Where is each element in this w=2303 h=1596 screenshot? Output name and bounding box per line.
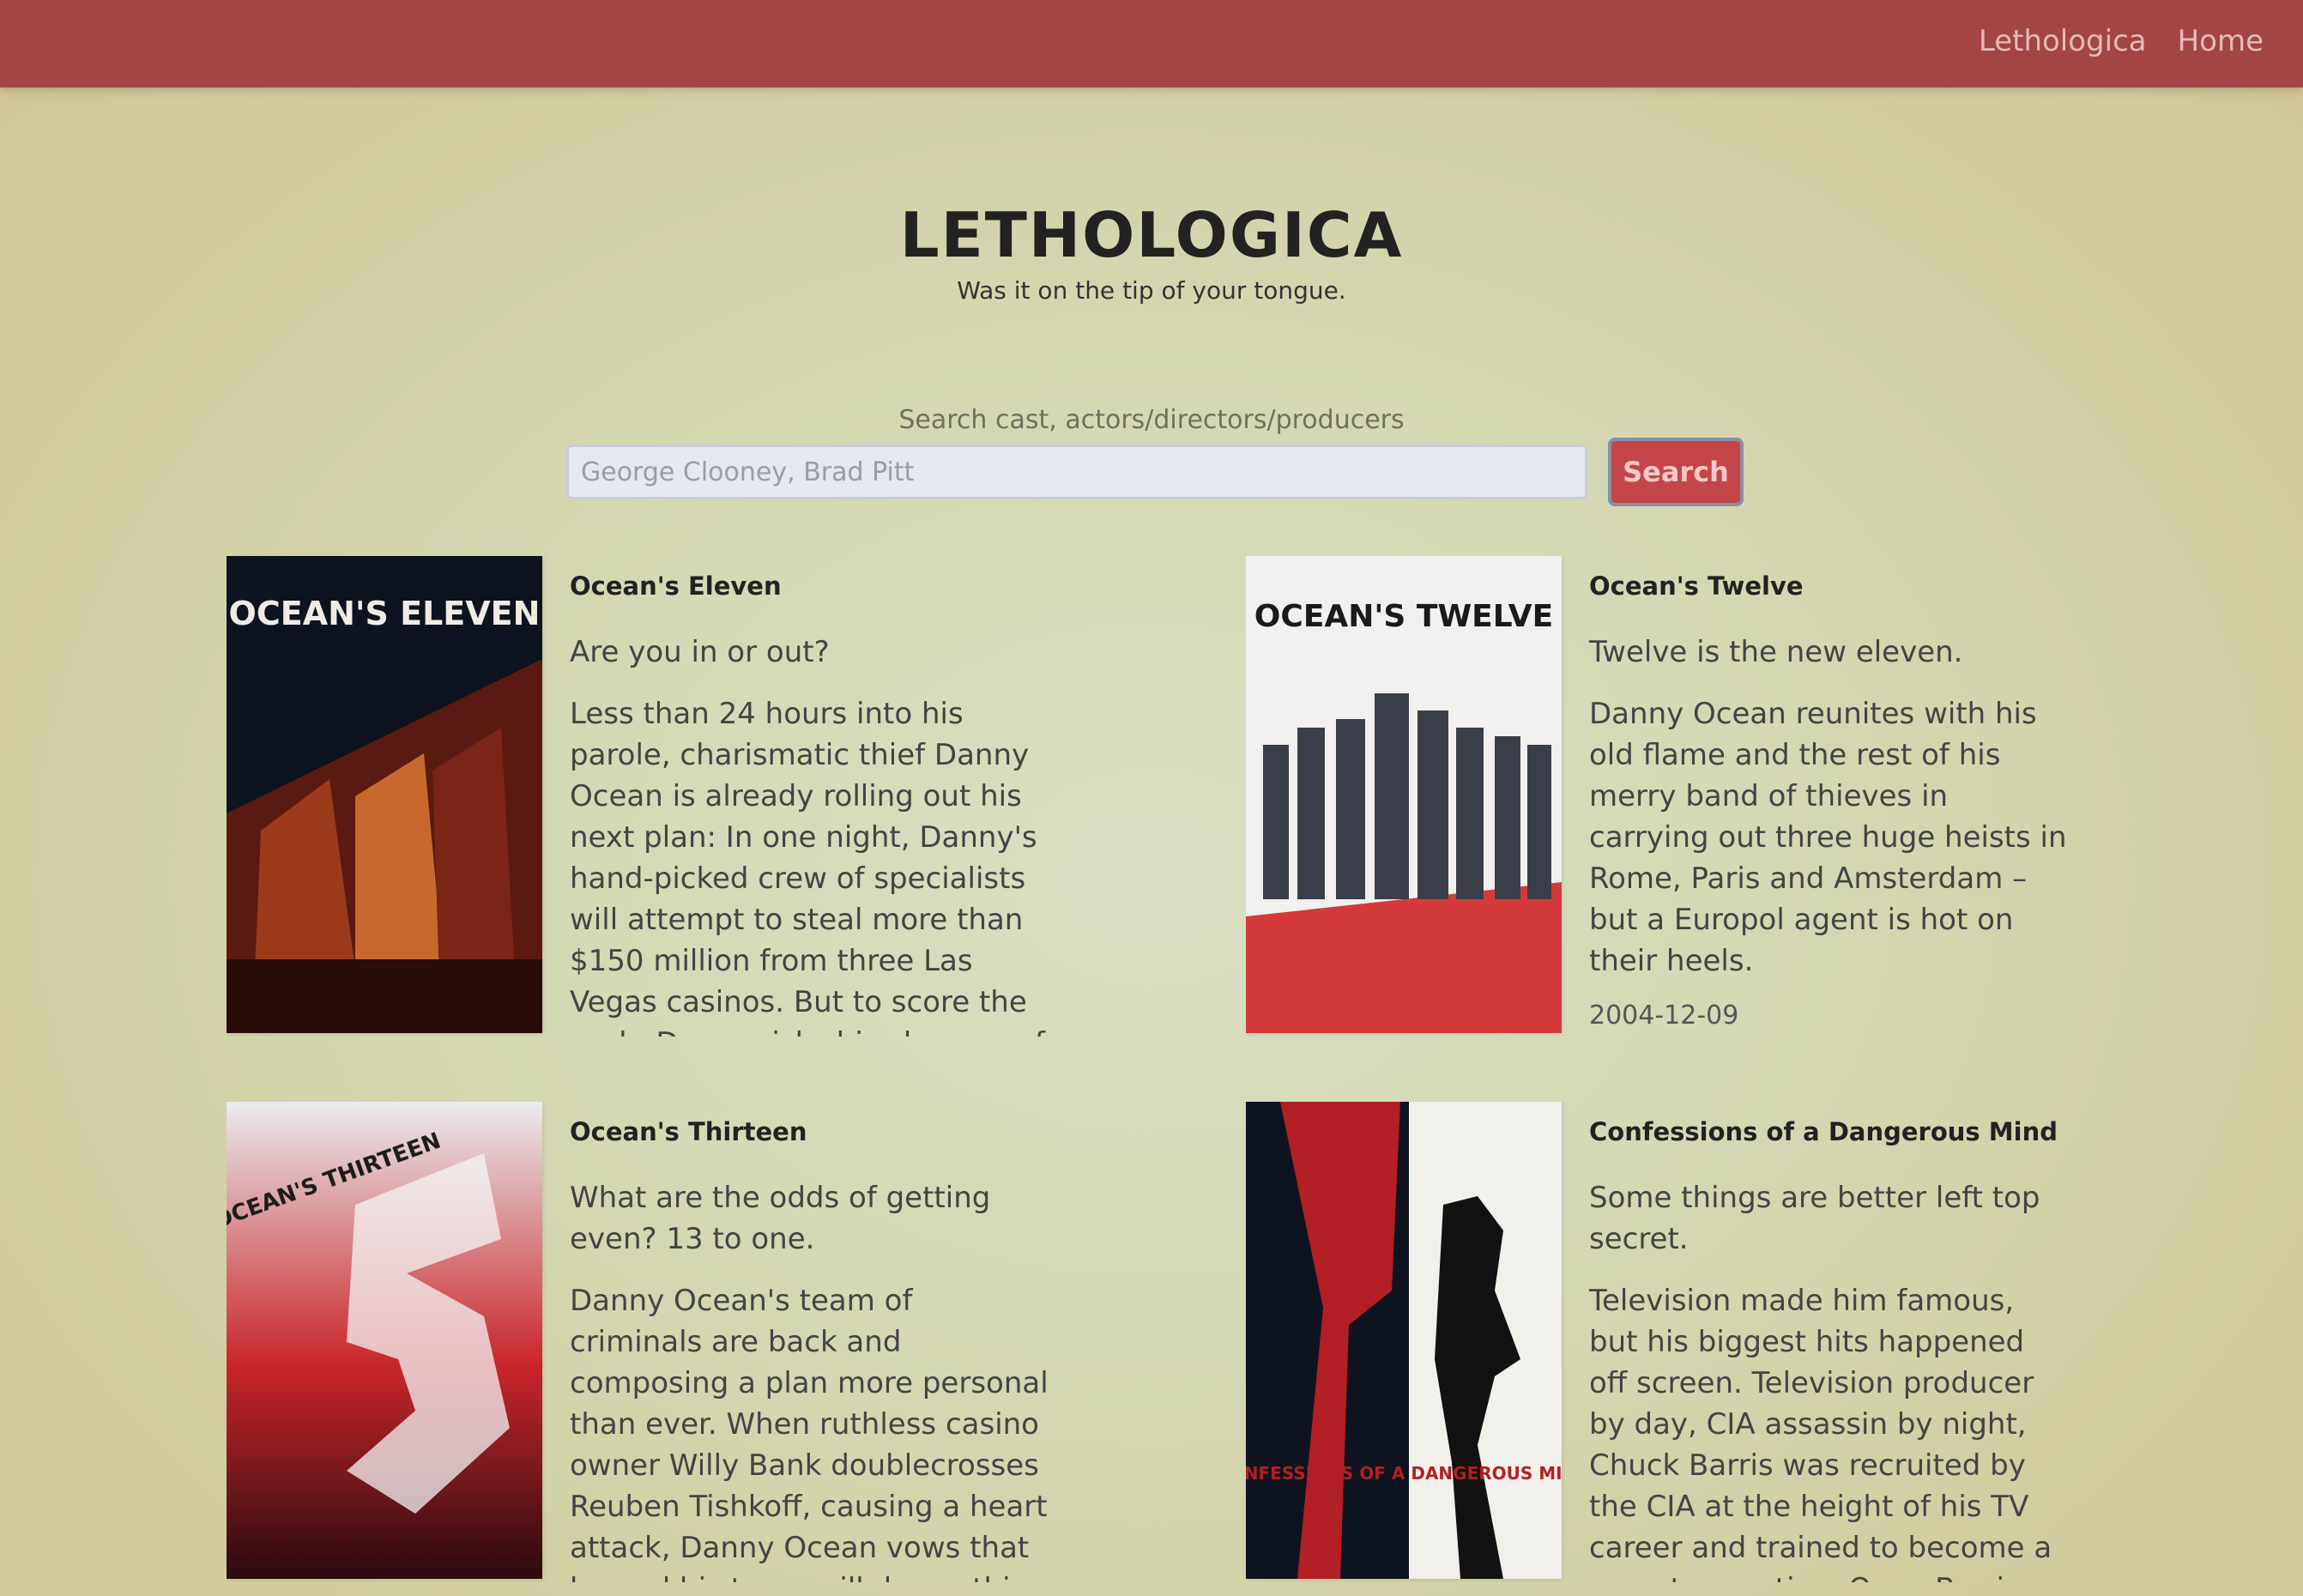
movie-title[interactable]: Ocean's Thirteen	[570, 1117, 1050, 1146]
movie-info: Ocean's Twelve Twelve is the new eleven.…	[1589, 571, 2070, 1031]
movie-release-date: 2004-12-09	[1589, 1001, 1739, 1031]
top-navbar: Lethologica Home	[0, 0, 2303, 88]
movie-overview: Less than 24 hours into his parole, char…	[570, 697, 1045, 1037]
movie-title[interactable]: Ocean's Eleven	[570, 571, 1050, 601]
poster-confessions-image: CONFESSIONS OF A DANGEROUS MIND	[1246, 1102, 1562, 1579]
movie-poster[interactable]: OCEAN'S ELEVEN	[227, 556, 542, 1033]
movie-tagline: What are the odds of getting even? 13 to…	[570, 1181, 991, 1256]
nav-link-home[interactable]: Home	[2178, 24, 2264, 58]
movie-title[interactable]: Confessions of a Dangerous Mind	[1589, 1117, 2070, 1146]
movie-card-confessions[interactable]: CONFESSIONS OF A DANGEROUS MIND Confessi…	[1246, 1102, 2155, 1582]
poster-title-text: OCEAN'S ELEVEN	[229, 595, 541, 632]
movie-overview: Television made him famous, but his bigg…	[1589, 1284, 2052, 1582]
movie-overview: Danny Ocean reunites with his old flame …	[1589, 697, 2067, 978]
movie-title[interactable]: Ocean's Twelve	[1589, 571, 2070, 601]
movie-tagline: Are you in or out?	[570, 635, 830, 669]
brand-header: LETHOLOGICA Was it on the tip of your to…	[0, 204, 2303, 305]
movie-tagline: Twelve is the new eleven.	[1589, 635, 1963, 669]
poster-title-text: CONFESSIONS OF A DANGEROUS MIND	[1246, 1463, 1562, 1484]
site-subtitle: Was it on the tip of your tongue.	[957, 276, 1346, 305]
movie-card-oceans-twelve[interactable]: OCEAN'S TWELVE Ocean's Twelve Twelve is …	[1246, 556, 2155, 1037]
movie-overview: Danny Ocean's team of criminals are back…	[570, 1284, 1049, 1582]
nav-link-lethologica[interactable]: Lethologica	[1979, 24, 2147, 58]
movie-poster[interactable]: OCEAN'S THIRTEEN	[227, 1102, 542, 1579]
top-nav-links: Lethologica Home	[1979, 0, 2264, 82]
site-title: LETHOLOGICA	[899, 199, 1404, 271]
movie-tagline: Some things are better left top secret.	[1589, 1181, 2040, 1256]
search-label: Search cast, actors/directors/producers	[898, 405, 1405, 435]
movie-info: Ocean's Thirteen What are the odds of ge…	[570, 1117, 1050, 1582]
poster-oceans-eleven-image: OCEAN'S ELEVEN	[227, 556, 542, 1033]
movie-poster[interactable]: OCEAN'S TWELVE	[1246, 556, 1562, 1033]
search-input[interactable]	[566, 444, 1587, 499]
movie-poster[interactable]: CONFESSIONS OF A DANGEROUS MIND	[1246, 1102, 1562, 1579]
search-button[interactable]: Search	[1608, 438, 1744, 506]
poster-title-text: OCEAN'S TWELVE	[1254, 599, 1553, 634]
movie-info: Confessions of a Dangerous Mind Some thi…	[1589, 1117, 2070, 1582]
movie-info: Ocean's Eleven Are you in or out? Less t…	[570, 571, 1050, 1037]
movie-card-oceans-thirteen[interactable]: OCEAN'S THIRTEEN Ocean's Thirteen What a…	[227, 1102, 1136, 1582]
movie-card-oceans-eleven[interactable]: OCEAN'S ELEVEN Ocean's Eleven Are you in…	[227, 556, 1136, 1037]
poster-oceans-thirteen-image: OCEAN'S THIRTEEN	[227, 1102, 542, 1579]
poster-oceans-twelve-image: OCEAN'S TWELVE	[1246, 556, 1562, 1033]
